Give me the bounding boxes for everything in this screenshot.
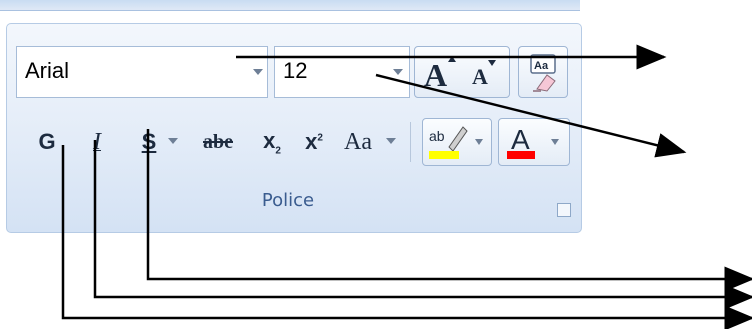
strikethrough-label: abe <box>203 130 233 153</box>
svg-text:A: A <box>424 57 447 93</box>
font-name-dropdown-icon[interactable] <box>253 69 263 75</box>
svg-text:ab: ab <box>429 128 445 144</box>
change-case-button[interactable]: Aa <box>334 116 382 168</box>
shrink-font-icon: A <box>472 60 496 89</box>
font-size-value: 12 <box>283 58 308 83</box>
italic-label: I <box>93 128 101 155</box>
font-name-value: Arial <box>25 58 70 83</box>
clear-formatting-button[interactable]: Aa <box>518 46 568 98</box>
change-case-label: Aa <box>344 128 372 155</box>
subscript-label: x2 <box>263 127 281 157</box>
underline-label: S <box>141 129 157 154</box>
highlight-color-button[interactable]: ab <box>422 118 492 166</box>
ribbon-top-border <box>0 0 580 11</box>
highlight-pen-icon: ab <box>429 126 483 159</box>
superscript-button[interactable]: x2 <box>294 116 334 168</box>
underline-button[interactable]: S <box>132 116 166 168</box>
font-size-combobox[interactable]: 12 <box>274 46 410 98</box>
svg-text:A: A <box>472 64 488 89</box>
subscript-button[interactable]: x2 <box>252 116 292 168</box>
clear-formatting-icon: Aa <box>530 54 556 92</box>
bold-button[interactable]: G <box>30 116 64 168</box>
font-color-button[interactable]: A <box>498 118 570 166</box>
superscript-label: x2 <box>305 129 323 154</box>
grow-font-button[interactable]: A <box>418 50 462 94</box>
svg-text:Aa: Aa <box>534 60 549 72</box>
toolbar-separator <box>410 122 411 162</box>
font-color-icon: A <box>507 124 559 159</box>
group-label: Police <box>261 190 315 211</box>
font-size-dropdown-icon[interactable] <box>393 69 403 75</box>
font-name-combobox[interactable]: Arial <box>16 46 268 98</box>
strikethrough-button[interactable]: abe <box>196 116 240 168</box>
grow-font-icon: A <box>424 56 456 93</box>
bold-label: G <box>38 129 56 154</box>
change-case-dropdown-icon[interactable] <box>386 138 396 144</box>
dialog-launcher-icon[interactable] <box>557 203 571 217</box>
svg-text:A: A <box>511 124 530 155</box>
underline-dropdown-icon[interactable] <box>168 138 178 144</box>
shrink-font-button[interactable]: A <box>462 50 506 94</box>
italic-button[interactable]: I <box>80 116 114 168</box>
